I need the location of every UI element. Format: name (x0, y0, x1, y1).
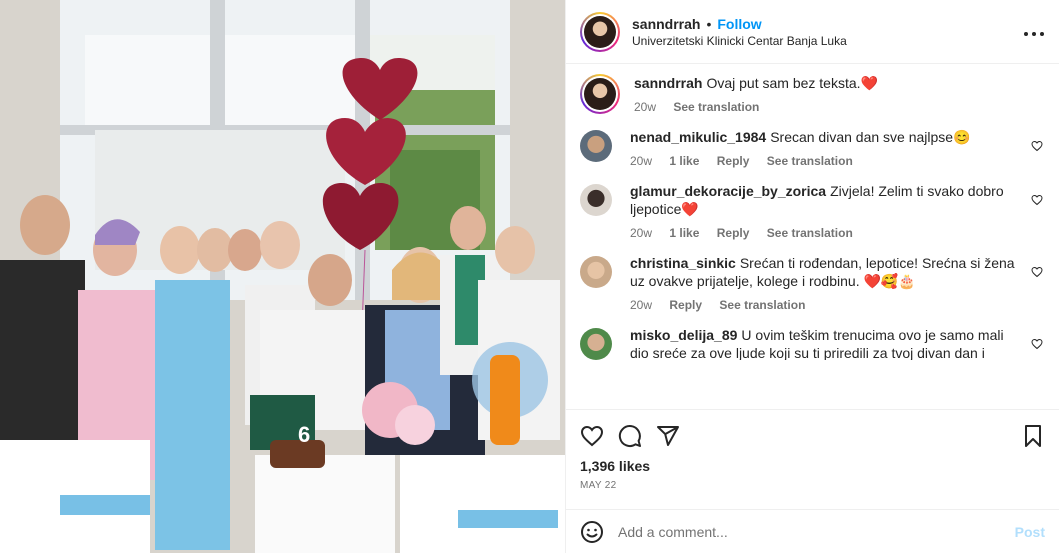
author-avatar[interactable] (580, 11, 620, 52)
post-header: sanndrrah • Follow Univerzitetski Klinic… (566, 0, 1059, 64)
share-icon[interactable] (656, 424, 680, 448)
caption-text: Ovaj put sam bez teksta.❤️ (706, 75, 878, 91)
comment-like-heart-icon[interactable] (1031, 194, 1043, 206)
comment-username[interactable]: misko_delija_89 (630, 327, 737, 343)
caption-row: sanndrrah Ovaj put sam bez teksta.❤️ 20w … (580, 74, 1045, 116)
post-comment-button[interactable]: Post (1015, 524, 1045, 540)
comment-time[interactable]: 20w (630, 226, 652, 240)
author-username[interactable]: sanndrrah (632, 16, 700, 32)
heart-icon[interactable] (580, 424, 604, 448)
caption-see-translation[interactable]: See translation (673, 100, 759, 114)
comment-item: christina_sinkic Srećan ti rođendan, lepo… (580, 254, 1045, 314)
separator-dot: • (706, 15, 712, 32)
comments-list[interactable]: sanndrrah Ovaj put sam bez teksta.❤️ 20w … (566, 64, 1059, 409)
caption-time[interactable]: 20w (634, 100, 656, 114)
post-side-panel: sanndrrah • Follow Univerzitetski Klinic… (565, 0, 1059, 553)
post-location[interactable]: Univerzitetski Klinicki Centar Banja Luk… (632, 34, 1023, 48)
post-actions: 1,396 likes MAY 22 (566, 409, 1059, 509)
comment-item: misko_delija_89 U ovim teškim trenucima o… (580, 326, 1045, 360)
comment-username[interactable]: nenad_mikulic_1984 (630, 129, 766, 145)
avatar-image (584, 15, 616, 48)
more-options-icon[interactable] (1023, 21, 1045, 42)
caption-username[interactable]: sanndrrah (634, 75, 702, 91)
cake-candle-number: 6 (298, 422, 310, 447)
comment-text: Srecan divan dan sve najlpse😊 (770, 129, 971, 145)
comment-time[interactable]: 20w (630, 154, 652, 168)
post-photo[interactable]: 6 (0, 0, 565, 553)
comment-username[interactable]: glamur_dekoracije_by_zorica (630, 183, 826, 199)
comment-likes[interactable]: 1 like (669, 154, 699, 168)
comment-like-heart-icon[interactable] (1031, 338, 1043, 350)
likes-count[interactable]: 1,396 likes (580, 458, 1045, 474)
add-comment-bar: Add a comment... Post (566, 509, 1059, 553)
comment-likes[interactable]: 1 like (669, 226, 699, 240)
commenter-avatar[interactable] (580, 184, 612, 216)
reply-button[interactable]: Reply (717, 226, 750, 240)
hospital-party-photo: 6 (0, 0, 565, 553)
comment-icon[interactable] (618, 424, 642, 448)
comment-like-heart-icon[interactable] (1031, 140, 1043, 152)
bookmark-icon[interactable] (1021, 424, 1045, 448)
see-translation-button[interactable]: See translation (767, 154, 853, 168)
comment-time[interactable]: 20w (630, 298, 652, 312)
see-translation-button[interactable]: See translation (719, 298, 805, 312)
see-translation-button[interactable]: See translation (767, 226, 853, 240)
follow-button[interactable]: Follow (717, 16, 761, 32)
reply-button[interactable]: Reply (669, 298, 702, 312)
reply-button[interactable]: Reply (717, 154, 750, 168)
emoji-icon[interactable] (580, 520, 604, 544)
commenter-avatar[interactable] (580, 256, 612, 288)
caption-avatar[interactable] (580, 74, 620, 114)
commenter-avatar[interactable] (580, 328, 612, 360)
post-date[interactable]: MAY 22 (580, 480, 1045, 491)
commenter-avatar[interactable] (580, 130, 612, 162)
comment-input[interactable]: Add a comment... (618, 524, 1015, 540)
comment-like-heart-icon[interactable] (1031, 266, 1043, 278)
caption-avatar-image (584, 78, 616, 110)
comment-username[interactable]: christina_sinkic (630, 255, 736, 271)
comment-item: nenad_mikulic_1984 Srecan divan dan sve n… (580, 128, 1045, 170)
comment-item: glamur_dekoracije_by_zorica Zivjela! Zeli… (580, 182, 1045, 242)
